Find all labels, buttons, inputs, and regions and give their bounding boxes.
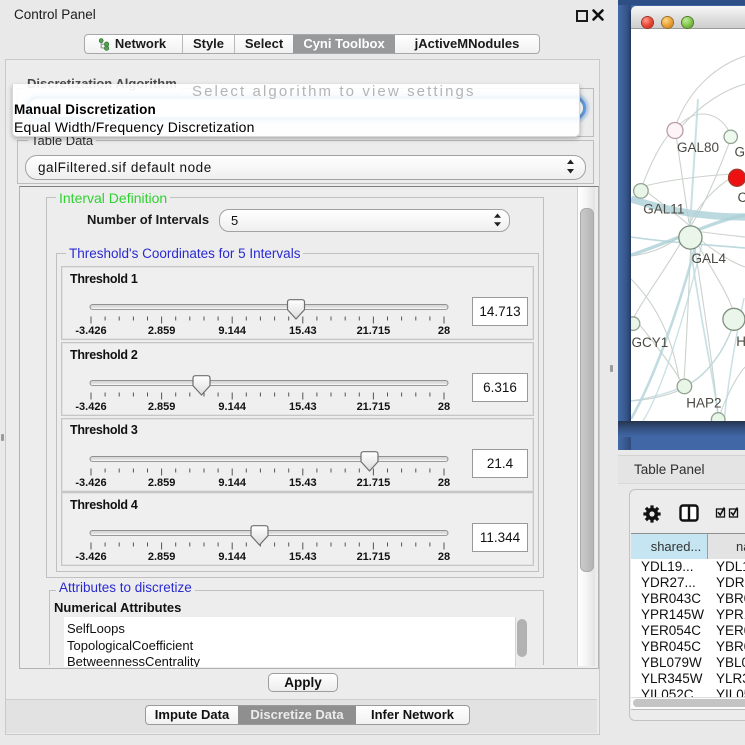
svg-text:21.715: 21.715 (357, 401, 391, 413)
svg-text:28: 28 (438, 551, 450, 563)
svg-text:H: H (736, 334, 745, 349)
svg-text:15.43: 15.43 (289, 477, 317, 489)
svg-text:28: 28 (438, 477, 450, 489)
svg-text:28: 28 (438, 325, 450, 337)
svg-text:9.144: 9.144 (218, 325, 246, 337)
svg-text:9.144: 9.144 (218, 401, 246, 413)
svg-text:21.715: 21.715 (357, 477, 391, 489)
svg-text:15.43: 15.43 (289, 551, 317, 563)
svg-text:28: 28 (438, 401, 450, 413)
svg-text:-3.426: -3.426 (75, 477, 106, 489)
svg-text:-3.426: -3.426 (75, 551, 106, 563)
svg-text:2.859: 2.859 (148, 551, 176, 563)
svg-text:-3.426: -3.426 (75, 401, 106, 413)
svg-text:2.859: 2.859 (148, 401, 176, 413)
svg-text:HAP2: HAP2 (686, 396, 721, 411)
svg-text:GAL4: GAL4 (692, 251, 727, 266)
svg-text:21.715: 21.715 (357, 325, 391, 337)
svg-text:9.144: 9.144 (218, 551, 246, 563)
svg-text:21.715: 21.715 (357, 551, 391, 563)
svg-text:2.859: 2.859 (148, 477, 176, 489)
svg-text:GAL11: GAL11 (643, 202, 684, 217)
svg-text:15.43: 15.43 (289, 401, 317, 413)
svg-text:15.43: 15.43 (289, 325, 317, 337)
svg-text:GCY1: GCY1 (632, 335, 669, 350)
svg-text:GAL80: GAL80 (677, 140, 719, 155)
svg-text:2.859: 2.859 (148, 325, 176, 337)
svg-text:GA: GA (735, 145, 745, 160)
svg-text:9.144: 9.144 (218, 477, 246, 489)
svg-text:-3.426: -3.426 (75, 325, 106, 337)
svg-text:C: C (738, 190, 745, 205)
